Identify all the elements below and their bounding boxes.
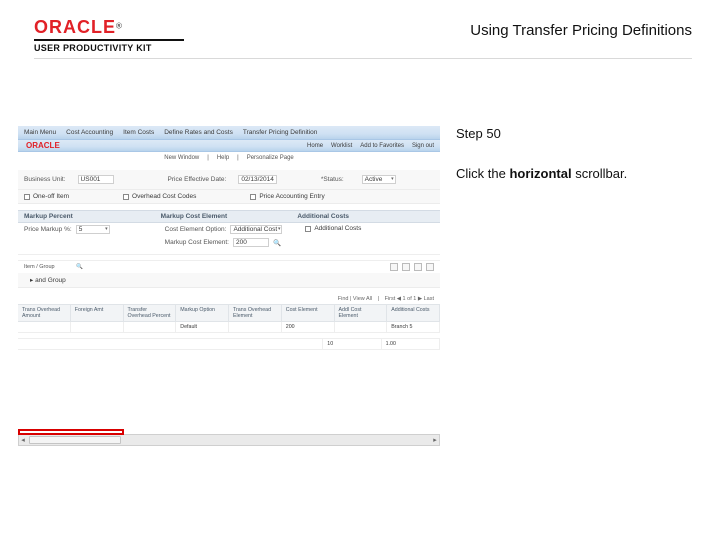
cell[interactable]: Branch 5: [387, 322, 440, 332]
breadcrumb-item[interactable]: Item Costs: [123, 129, 154, 136]
section-headers: Markup Percent Markup Cost Element Addit…: [18, 210, 440, 223]
horizontal-scrollbar[interactable]: ◂ ▸: [18, 434, 440, 446]
header-divider: [34, 58, 692, 59]
grid-find-view[interactable]: Find | View All: [338, 296, 372, 302]
doc-title: Using Transfer Pricing Definitions: [470, 22, 692, 40]
check-acct[interactable]: Price Accounting Entry: [250, 193, 324, 200]
utility-link-home[interactable]: Home: [307, 143, 323, 149]
expand-icon[interactable]: ▸ and Group: [30, 276, 66, 284]
status-label: *Status:: [321, 176, 344, 183]
subnav-personalize[interactable]: Personalize Page: [247, 155, 294, 161]
scroll-left-arrow[interactable]: ◂: [19, 436, 27, 444]
utility-nav: ORACLE Home Worklist Add to Favorites Si…: [18, 140, 440, 152]
grid-nav[interactable]: First ◀ 1 of 1 ▶ Last: [385, 296, 434, 302]
upk-subbrand: USER PRODUCTIVITY KIT: [34, 39, 184, 53]
effdate-value: 02/13/2014: [238, 175, 277, 184]
grid-header: Trans Overhead Amount Foreign Amt Transf…: [18, 304, 440, 322]
cell[interactable]: Default: [176, 322, 229, 332]
step-number: Step 50: [456, 126, 692, 142]
col-header[interactable]: Addl Cost Element: [335, 305, 388, 321]
cell[interactable]: [18, 322, 71, 332]
section-additional-costs: Additional Costs: [297, 213, 434, 220]
utility-link-signout[interactable]: Sign out: [412, 143, 434, 149]
table-row: Default 200 Branch 5: [18, 322, 440, 333]
step-instruction: Click the horizontal scrollbar.: [456, 166, 692, 183]
scrollbar-thumb[interactable]: [29, 436, 121, 444]
utility-link-worklist[interactable]: Worklist: [331, 143, 352, 149]
scroll-right-arrow[interactable]: ▸: [431, 436, 439, 444]
subnav-new-window[interactable]: New Window: [164, 155, 199, 161]
step-text-pre: Click the: [456, 166, 509, 181]
breadcrumb-item[interactable]: Transfer Pricing Definition: [243, 129, 318, 136]
lookup-icon[interactable]: 🔍: [273, 239, 281, 247]
grid-tool-icon[interactable]: [402, 263, 410, 271]
effdate-label: Price Effective Date:: [168, 176, 227, 183]
grid-tool-icon[interactable]: [390, 263, 398, 271]
breadcrumb-item[interactable]: Main Menu: [24, 129, 56, 136]
step-text-bold: horizontal: [509, 166, 571, 181]
utility-link-favorites[interactable]: Add to Favorites: [360, 143, 404, 149]
app-screenshot: Main Menu Cost Accounting Item Costs Def…: [18, 126, 440, 446]
col-header[interactable]: Trans Overhead Element: [229, 305, 282, 321]
cell[interactable]: 1.00: [382, 339, 440, 349]
section-markup-elem: Markup Cost Element: [161, 213, 298, 220]
bu-value: US001: [78, 175, 114, 184]
cell[interactable]: 200: [282, 322, 335, 332]
check-overhead[interactable]: Overhead Cost Codes: [123, 193, 196, 200]
bu-label: Business Unit:: [24, 176, 66, 183]
price-markup-input[interactable]: 5: [76, 225, 110, 234]
lookup-icon[interactable]: 🔍: [76, 264, 83, 270]
item-group-label: Item / Group: [24, 264, 55, 270]
step-text-post: scrollbar.: [572, 166, 628, 181]
status-select[interactable]: Active: [362, 175, 396, 184]
markup-elem-label: Markup Cost Element:: [165, 239, 229, 246]
subnav-help[interactable]: Help: [217, 155, 229, 161]
cell[interactable]: [229, 322, 282, 332]
grid-tool-icon[interactable]: [426, 263, 434, 271]
col-header[interactable]: Markup Option: [176, 305, 229, 321]
cost-elem-opt-label: Cost Element Option:: [165, 226, 227, 233]
col-header[interactable]: Cost Element: [282, 305, 335, 321]
params-row: Business Unit: US001 Price Effective Dat…: [18, 170, 440, 190]
table-row: 10 1.00: [18, 339, 440, 350]
col-header[interactable]: Foreign Amt: [71, 305, 124, 321]
section-markup-pct: Markup Percent: [24, 213, 161, 220]
check-additional-costs[interactable]: Additional Costs: [305, 225, 361, 232]
col-header[interactable]: Transfer Overhead Percent: [124, 305, 177, 321]
col-header[interactable]: Additional Costs: [387, 305, 440, 321]
app-oracle-logo: ORACLE: [20, 139, 66, 152]
cost-elem-opt-select[interactable]: Additional Cost: [230, 225, 282, 234]
checks-row: One-off Item Overhead Cost Codes Price A…: [18, 190, 440, 204]
markup-elem-input[interactable]: 200: [233, 238, 269, 247]
cell[interactable]: [124, 322, 177, 332]
app-breadcrumb-bar: Main Menu Cost Accounting Item Costs Def…: [18, 126, 440, 140]
subnav: New Window | Help | Personalize Page: [18, 152, 440, 164]
cell[interactable]: [71, 322, 124, 332]
grid-tool-icon[interactable]: [414, 263, 422, 271]
col-header[interactable]: Trans Overhead Amount: [18, 305, 71, 321]
breadcrumb-item[interactable]: Cost Accounting: [66, 129, 113, 136]
price-markup-label: Price Markup %:: [24, 226, 72, 233]
check-oneoff[interactable]: One-off Item: [24, 193, 69, 200]
breadcrumb-item[interactable]: Define Rates and Costs: [164, 129, 233, 136]
grid-expand-row: ▸ and Group: [18, 273, 440, 288]
grid-toolbar: [390, 263, 434, 271]
cell[interactable]: [335, 322, 388, 332]
cell[interactable]: 10: [323, 339, 381, 349]
